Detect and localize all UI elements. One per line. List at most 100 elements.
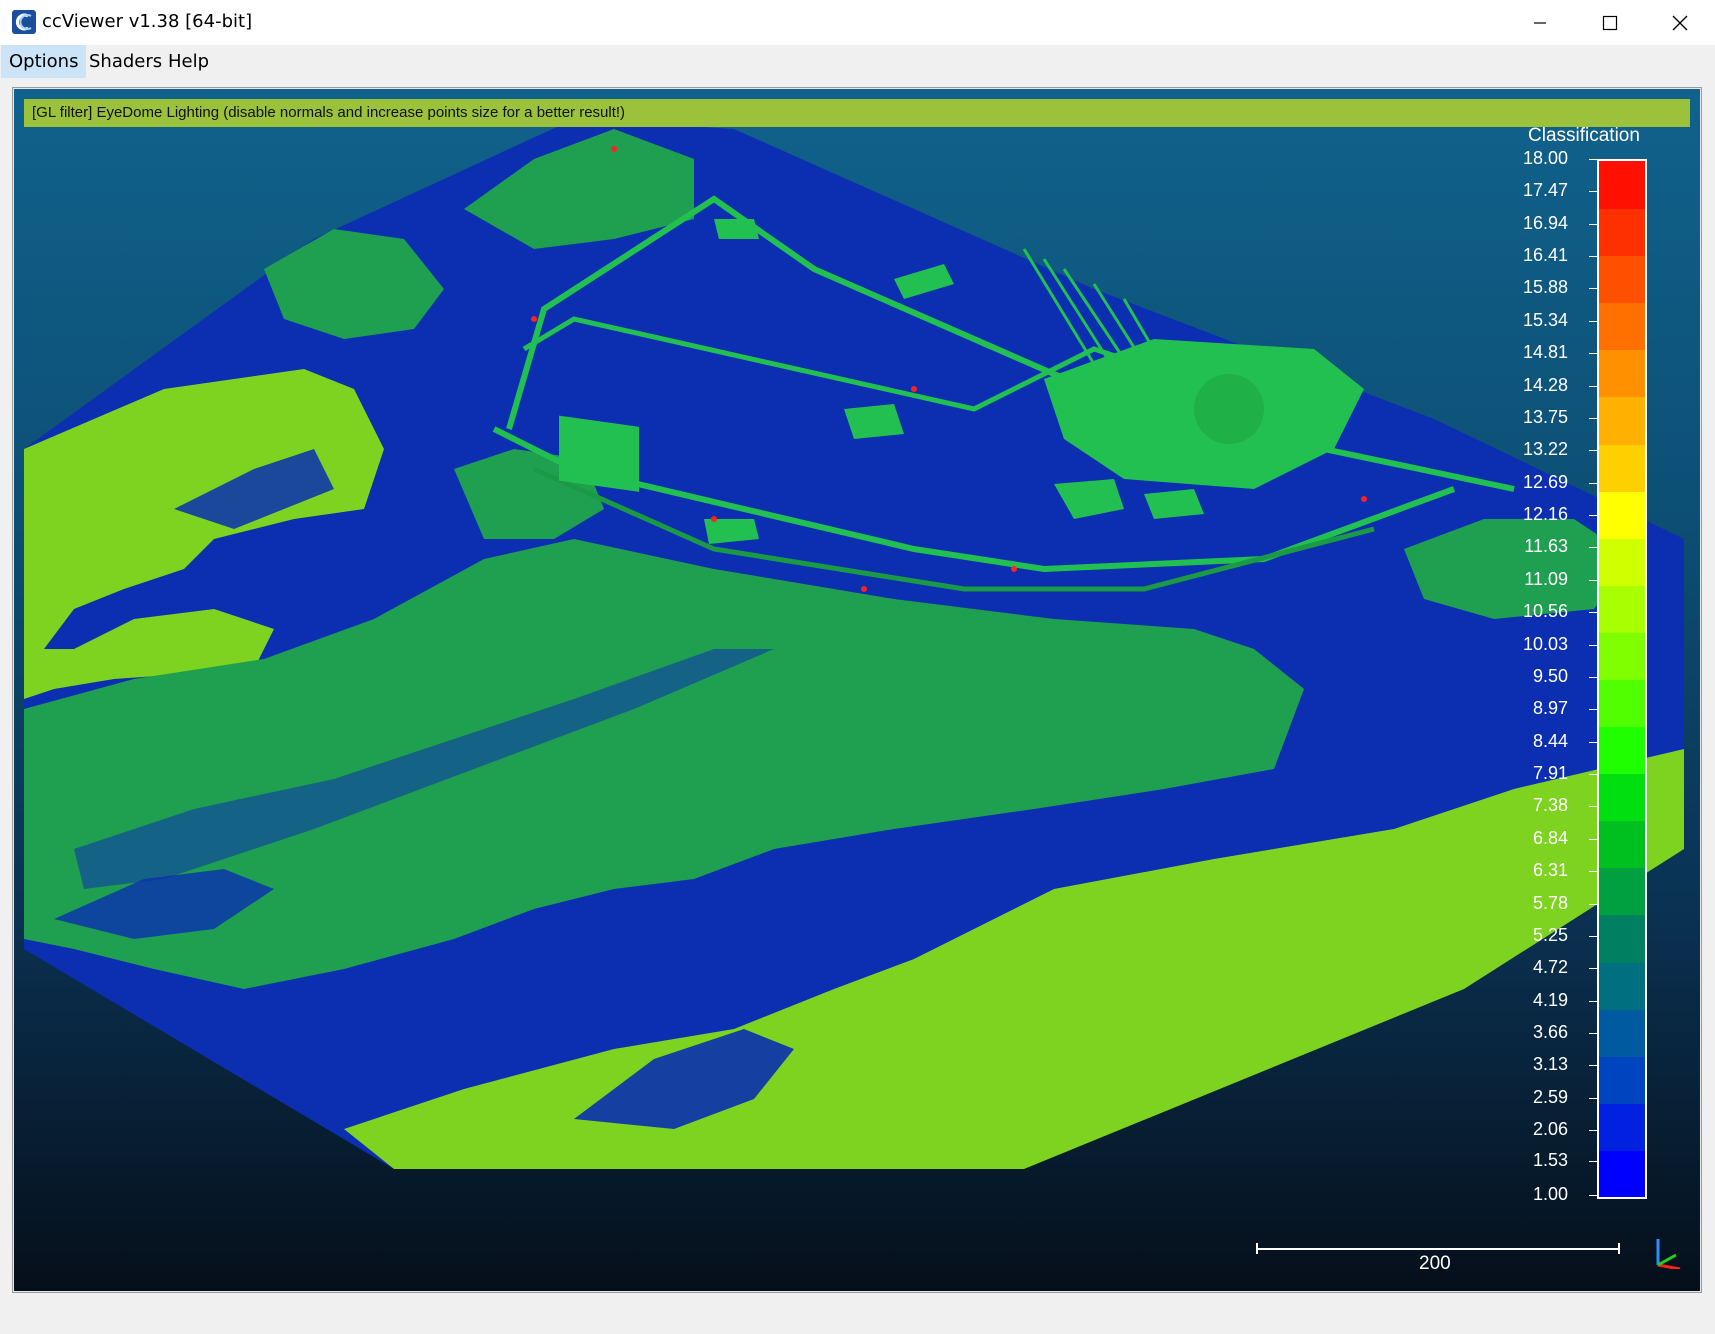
color-scale-tick-label: 7.38 xyxy=(1532,795,1568,816)
color-scale-tick-mark xyxy=(1589,1098,1597,1100)
close-button[interactable] xyxy=(1645,0,1715,45)
color-scale-tick-label: 5.78 xyxy=(1532,892,1568,913)
close-icon xyxy=(1672,15,1688,30)
scale-bar-label: 200 xyxy=(1419,1253,1451,1274)
color-scale-tick-label: 6.31 xyxy=(1532,860,1568,881)
color-scale-tick-mark xyxy=(1589,709,1597,711)
color-scale-band xyxy=(1599,1055,1645,1104)
classified-point xyxy=(1011,566,1017,572)
point-cloud-render[interactable] xyxy=(14,89,1700,1291)
color-scale-band xyxy=(1599,161,1645,210)
color-scale-tick-label: 15.34 xyxy=(1522,310,1568,331)
gl-filter-message: [GL filter] EyeDome Lighting (disable no… xyxy=(24,99,1690,127)
color-scale-band xyxy=(1599,584,1645,633)
color-scale-tick-mark xyxy=(1589,1130,1597,1132)
color-scale-band xyxy=(1599,820,1645,869)
color-scale-tick-mark xyxy=(1589,321,1597,323)
classified-point xyxy=(711,516,717,522)
color-scale-band xyxy=(1599,1008,1645,1057)
scalar-field-title: Classification xyxy=(1528,125,1640,146)
minimize-icon xyxy=(1534,21,1546,24)
color-scale-tick-label: 11.63 xyxy=(1524,536,1568,557)
color-scale-tick-label: 16.41 xyxy=(1522,244,1568,265)
classified-point xyxy=(531,316,537,322)
color-scale-tick-label: 12.16 xyxy=(1522,503,1568,524)
color-scale-tick-mark xyxy=(1589,677,1597,678)
color-scale-band xyxy=(1599,726,1645,775)
scale-bar-cap-left xyxy=(1256,1243,1258,1254)
classified-point xyxy=(611,146,617,152)
color-scale-band xyxy=(1599,349,1645,398)
3d-viewport[interactable]: [GL filter] EyeDome Lighting (disable no… xyxy=(14,89,1700,1291)
color-scale-tick-mark xyxy=(1589,580,1597,582)
menu-help[interactable]: Help xyxy=(160,45,217,78)
color-scale-tick-mark xyxy=(1589,806,1597,808)
scale-bar-cap-right xyxy=(1618,1243,1620,1254)
color-scale-tick-label: 10.03 xyxy=(1522,633,1568,654)
color-scale-tick-mark xyxy=(1589,1065,1597,1067)
color-scale-tick-mark xyxy=(1589,547,1597,549)
color-scale-tick-mark xyxy=(1589,644,1597,646)
color-scale-band xyxy=(1599,679,1645,728)
color-scale-tick-label: 11.09 xyxy=(1524,569,1568,590)
color-scale-tick-label: 4.72 xyxy=(1532,957,1568,978)
color-scale-tick-label: 4.19 xyxy=(1532,989,1568,1010)
menu-options[interactable]: Options xyxy=(1,45,87,78)
color-scale-tick-mark xyxy=(1589,159,1597,160)
maximize-button[interactable] xyxy=(1575,0,1645,45)
color-scale-tick-mark xyxy=(1589,385,1597,387)
color-scale-tick-label: 3.13 xyxy=(1532,1054,1568,1075)
color-scale-tick-mark xyxy=(1589,353,1597,355)
classified-point xyxy=(911,386,917,392)
color-scale-tick-label: 2.59 xyxy=(1532,1087,1568,1108)
color-scale-band xyxy=(1599,537,1645,586)
color-scale-tick-label: 12.69 xyxy=(1522,471,1568,492)
color-scale-tick-mark xyxy=(1589,936,1597,937)
color-scale-band xyxy=(1599,443,1645,492)
color-scale-band xyxy=(1599,914,1645,963)
reactor-dome xyxy=(1194,374,1264,444)
color-scale-tick-mark xyxy=(1589,1160,1597,1162)
color-scale-band xyxy=(1599,302,1645,351)
window-titlebar: ccViewer v1.38 [64-bit] xyxy=(0,0,1715,45)
color-scale-band xyxy=(1599,1149,1645,1197)
color-scale-tick-label: 5.25 xyxy=(1532,925,1568,945)
cloudcompare-logo-icon xyxy=(12,10,36,34)
color-scale-band xyxy=(1599,490,1645,539)
color-scale-bar xyxy=(1597,159,1647,1199)
color-scale-tick-label: 16.94 xyxy=(1522,212,1568,233)
color-scale-tick-label: 1.00 xyxy=(1532,1184,1568,1204)
color-scale-tick-mark xyxy=(1589,255,1597,257)
color-scale-tick-label: 13.75 xyxy=(1522,407,1568,427)
color-scale-tick-label: 10.56 xyxy=(1522,601,1568,622)
color-scale-tick-mark xyxy=(1589,871,1597,873)
color-scale-tick-mark xyxy=(1589,514,1597,516)
color-scale-band xyxy=(1599,961,1645,1010)
menu-shaders[interactable]: Shaders xyxy=(81,45,170,78)
color-scale-tick-mark xyxy=(1589,288,1597,290)
shed-south-2 xyxy=(1144,489,1204,519)
color-scale-tick-label: 8.44 xyxy=(1532,730,1568,751)
color-scale-tick-mark xyxy=(1589,612,1597,614)
scale-bar xyxy=(1256,1248,1620,1250)
color-scale-tick-label: 15.88 xyxy=(1522,277,1568,298)
color-scale-tick-label: 17.47 xyxy=(1522,180,1568,201)
minimize-button[interactable] xyxy=(1505,0,1575,45)
color-scale-tick-label: 14.81 xyxy=(1522,342,1568,363)
building-west xyxy=(559,415,639,492)
color-scale-tick-mark xyxy=(1589,839,1597,841)
color-scale-band xyxy=(1599,631,1645,680)
color-scale-tick-mark xyxy=(1589,418,1597,419)
color-scale-tick-label: 14.28 xyxy=(1522,374,1568,395)
color-scale-band xyxy=(1599,867,1645,916)
axis-trihedron-icon xyxy=(1656,1239,1681,1269)
color-scale-tick-mark xyxy=(1589,191,1597,193)
color-scale-tick-label: 18.00 xyxy=(1522,148,1568,168)
color-scale-tick-mark xyxy=(1589,1195,1597,1196)
color-scale-tick-mark xyxy=(1589,482,1597,484)
north-building xyxy=(714,219,759,239)
classified-point xyxy=(861,586,867,592)
color-scale-tick-mark xyxy=(1589,903,1597,905)
color-scale-tick-mark xyxy=(1589,773,1597,775)
color-scale-tick-mark xyxy=(1589,1000,1597,1002)
